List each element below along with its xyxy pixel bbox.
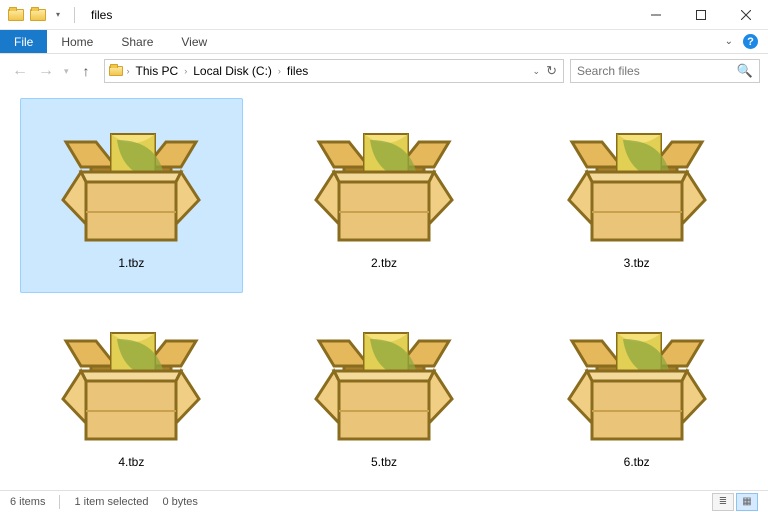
chevron-right-icon[interactable]: › — [276, 66, 283, 76]
chevron-right-icon[interactable]: › — [125, 66, 132, 76]
ribbon: File Home Share View ⌄ ? — [0, 30, 768, 54]
file-item[interactable]: 6.tbz — [525, 297, 748, 492]
status-bar: 6 items 1 item selected 0 bytes ≣ ▦ — [0, 490, 768, 512]
minimize-button[interactable] — [633, 0, 678, 30]
file-tab[interactable]: File — [0, 30, 47, 53]
file-item[interactable]: 1.tbz — [20, 98, 243, 293]
archive-icon — [61, 321, 201, 451]
address-bar[interactable]: › This PC › Local Disk (C:) › files ⌄ ↻ — [104, 59, 564, 83]
search-icon: 🔍 — [737, 63, 753, 79]
icons-view-button[interactable]: ▦ — [736, 493, 758, 511]
file-label: 4.tbz — [118, 455, 144, 469]
address-dropdown[interactable]: ⌄ — [533, 66, 541, 77]
breadcrumb-segment[interactable]: files — [283, 64, 312, 78]
file-label: 6.tbz — [624, 455, 650, 469]
back-button[interactable]: ← — [12, 62, 28, 80]
file-label: 2.tbz — [371, 256, 397, 270]
file-item[interactable]: 5.tbz — [273, 297, 496, 492]
file-label: 5.tbz — [371, 455, 397, 469]
details-view-button[interactable]: ≣ — [712, 493, 734, 511]
file-item[interactable]: 4.tbz — [20, 297, 243, 492]
view-tab[interactable]: View — [167, 30, 221, 53]
folder-icon — [8, 7, 24, 23]
window-title: files — [91, 8, 112, 22]
folder-icon — [107, 66, 125, 76]
chevron-right-icon[interactable]: › — [182, 66, 189, 76]
archive-icon — [567, 321, 707, 451]
file-label: 1.tbz — [118, 256, 144, 270]
breadcrumb-segment[interactable]: Local Disk (C:) — [189, 64, 276, 78]
share-tab[interactable]: Share — [107, 30, 167, 53]
archive-icon — [314, 321, 454, 451]
history-dropdown[interactable]: ▾ — [64, 66, 69, 77]
help-icon[interactable]: ? — [743, 34, 758, 49]
expand-ribbon-icon[interactable]: ⌄ — [725, 36, 733, 47]
archive-icon — [567, 122, 707, 252]
folder-icon — [30, 7, 46, 23]
up-button[interactable]: ↑ — [79, 63, 94, 79]
qat-dropdown[interactable]: ▾ — [52, 10, 64, 19]
titlebar: ▾ files — [0, 0, 768, 30]
file-label: 3.tbz — [624, 256, 650, 270]
close-button[interactable] — [723, 0, 768, 30]
maximize-button[interactable] — [678, 0, 723, 30]
status-item-count: 6 items — [10, 496, 45, 508]
search-input[interactable] — [577, 64, 737, 78]
breadcrumb-segment[interactable]: This PC — [132, 64, 183, 78]
home-tab[interactable]: Home — [47, 30, 107, 53]
separator — [74, 7, 75, 23]
file-item[interactable]: 2.tbz — [273, 98, 496, 293]
status-size: 0 bytes — [162, 496, 197, 508]
file-grid[interactable]: 1.tbz 2.tbz 3.tbz 4.tbz 5.tbz 6.tbz — [0, 88, 768, 492]
forward-button[interactable]: → — [38, 62, 54, 80]
archive-icon — [314, 122, 454, 252]
file-item[interactable]: 3.tbz — [525, 98, 748, 293]
separator — [59, 495, 60, 509]
status-selection: 1 item selected — [74, 496, 148, 508]
archive-icon — [61, 122, 201, 252]
search-box[interactable]: 🔍 — [570, 59, 760, 83]
refresh-icon[interactable]: ↻ — [546, 63, 557, 79]
navigation-bar: ← → ▾ ↑ › This PC › Local Disk (C:) › fi… — [0, 54, 768, 88]
